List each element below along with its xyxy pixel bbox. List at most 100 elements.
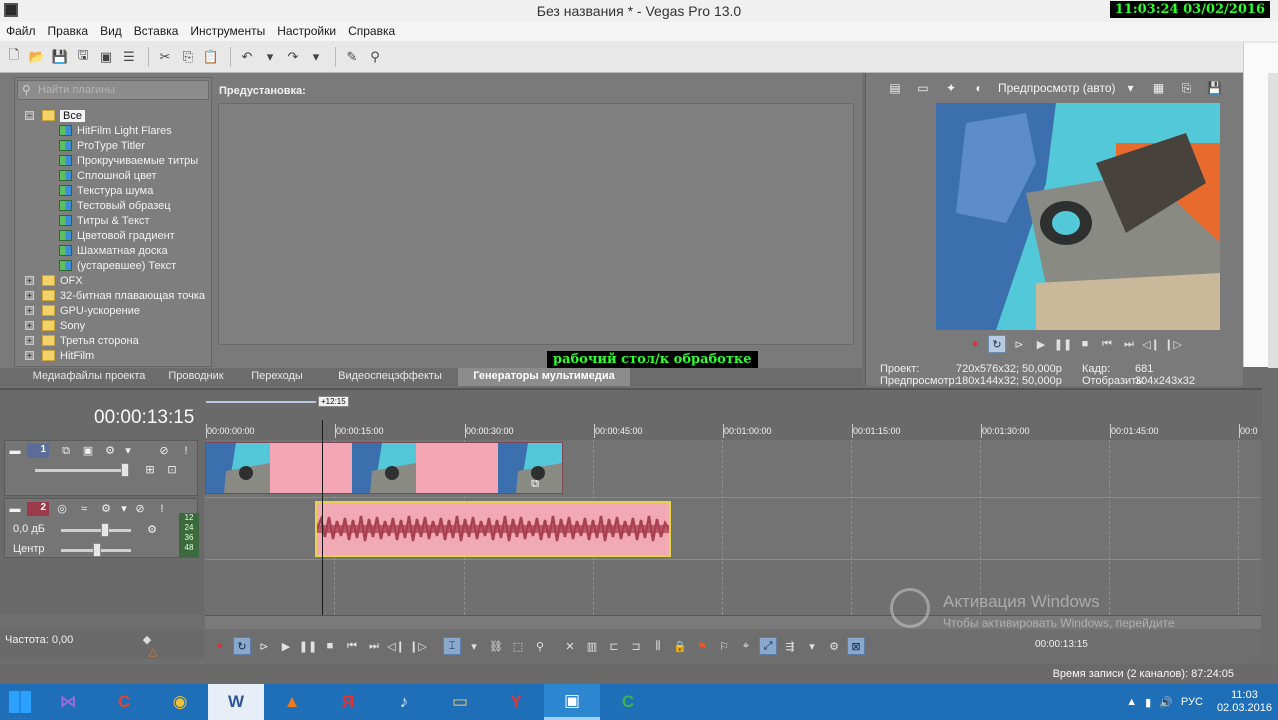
redo-dropdown-icon[interactable]: ▾ [306,47,326,67]
split-screen-icon[interactable]: ◐ [970,79,988,97]
expand-icon[interactable]: + [25,351,34,360]
volume-slider-knob[interactable] [101,523,109,537]
edit-tool-icon[interactable]: ✎ [342,47,362,67]
go-to-end-icon[interactable]: ⏭ [1120,335,1138,353]
tree-folder[interactable]: + Третья сторона [25,333,139,348]
trim-icon[interactable]: ▥ [583,637,601,655]
menu-view[interactable]: Вид [94,22,128,41]
trim-start-icon[interactable]: ⊏ [605,637,623,655]
paste-icon[interactable]: 📋 [201,47,221,67]
solo-icon[interactable]: ! [179,444,193,458]
arm-record-icon[interactable]: ◎ [55,502,69,516]
tree-folder[interactable]: + HitFilm [25,348,94,363]
taskbar-ccleaner-icon[interactable]: C [96,684,152,720]
help-pointer-icon[interactable]: ⚲ [365,47,385,67]
taskbar-audio-icon[interactable]: ♪ [376,684,432,720]
play-icon[interactable]: ▶ [277,637,295,655]
track-collapse-icon[interactable]: ▬ [8,502,22,516]
go-to-start-icon[interactable]: ⏮ [1098,335,1116,353]
event-fx-icon[interactable]: ⧉ [528,477,542,491]
loop-icon[interactable]: ↻ [233,637,251,655]
selection-tool-icon[interactable]: ⬚ [509,637,527,655]
level-slider-knob[interactable] [121,463,129,477]
bus-select-icon[interactable]: ⚙ [145,523,159,537]
taskbar-camtasia-icon[interactable]: C [600,684,656,720]
preview-quality-select[interactable]: Предпросмотр (авто) [998,81,1116,95]
chevron-down-icon[interactable]: ▾ [803,637,821,655]
make-parent-icon[interactable]: ⊡ [165,463,179,477]
tab-video-fx[interactable]: Видеоспецэффекты [322,368,458,386]
tab-explorer[interactable]: Проводник [160,368,232,386]
audio-event[interactable] [315,501,671,557]
solo-icon[interactable]: ! [155,502,169,516]
project-properties-icon[interactable]: ▤ [886,79,904,97]
lock-icon[interactable]: 🔒 [671,637,689,655]
loop-icon[interactable]: ↻ [988,335,1006,353]
pause-icon[interactable]: ❚❚ [299,637,317,655]
properties-icon[interactable]: ☰ [119,47,139,67]
taskbar-word-icon[interactable]: W [208,684,264,720]
timeline-tracks[interactable]: ⧉ [205,440,1261,615]
tab-media-generators[interactable]: Генераторы мультимедиа [458,368,630,386]
volume-slider[interactable] [61,529,131,532]
track-fx-icon[interactable]: ⚙ [103,444,117,458]
taskbar-clock[interactable]: 11:03 02.03.2016 [1217,689,1272,715]
plugin-item[interactable]: (устаревшее) Текст [59,258,176,273]
play-from-start-icon[interactable]: ⊳ [1010,335,1028,353]
taskbar-chrome-icon[interactable]: ◉ [152,684,208,720]
record-icon[interactable]: ● [966,335,984,353]
track-fx-icon[interactable]: ⚙ [99,502,113,516]
expand-icon[interactable]: + [25,291,34,300]
menu-settings[interactable]: Настройки [271,22,342,41]
tree-folder[interactable]: + OFX [25,273,83,288]
plugin-item[interactable]: Тестовый образец [59,198,171,213]
tray-up-icon[interactable]: ▲ [1126,696,1137,708]
composite-mode-icon[interactable]: ⧉ [59,444,73,458]
auto-crossfade-icon[interactable]: ⤢ [759,637,777,655]
taskbar-explorer-icon[interactable]: ▭ [432,684,488,720]
plugin-item[interactable]: Прокручиваемые титры [59,153,198,168]
audio-track-header[interactable]: ▬ 2 ◎ ≈ ⚙ ▾ ⊘ ! 0,0 дБ ⚙ Центр 12 24 36 … [4,498,199,558]
render-icon[interactable]: ▣ [96,47,116,67]
time-ruler[interactable]: +12:15 00:00:00:00 00:00:15:00 00:00:30:… [206,390,1262,442]
tab-project-media[interactable]: Медиафайлы проекта [18,368,160,386]
fx-icon[interactable]: ✦ [942,79,960,97]
network-icon[interactable]: ▮ [1145,696,1151,709]
overlays-icon[interactable]: ▦ [1150,79,1168,97]
timeline-cursor[interactable] [322,420,323,615]
plugin-item[interactable]: HitFilm Light Flares [59,123,172,138]
plugin-search-input[interactable]: ⚲ Найти плагины [17,80,209,100]
volume-icon[interactable]: 🔊 [1159,696,1173,709]
mute-icon[interactable]: ⊘ [133,502,147,516]
invert-phase-icon[interactable]: ≈ [77,502,91,516]
normal-edit-tool-icon[interactable]: ⌶ [443,637,461,655]
save-icon[interactable]: 💾 [50,47,70,67]
external-monitor-icon[interactable]: ▭ [914,79,932,97]
tree-item-all[interactable]: − Все [25,108,85,123]
pause-icon[interactable]: ❚❚ [1054,335,1072,353]
video-event[interactable]: ⧉ [205,442,563,494]
expand-icon[interactable]: + [25,276,34,285]
level-slider[interactable] [35,469,125,472]
tab-transitions[interactable]: Переходы [232,368,322,386]
copy-snapshot-icon[interactable]: ⎘ [1178,79,1196,97]
copy-icon[interactable]: ⎘ [178,47,198,67]
play-icon[interactable]: ▶ [1032,335,1050,353]
snapping-icon[interactable]: ⌖ [737,637,755,655]
ignore-grouping-icon[interactable]: ⊠ [847,637,865,655]
tree-folder[interactable]: + Sony [25,318,85,333]
prev-frame-icon[interactable]: ◁❙ [1142,335,1160,353]
plugin-item[interactable]: Шахматная доска [59,243,168,258]
taskbar-avast-icon[interactable]: ▲ [264,684,320,720]
start-button[interactable] [0,684,40,720]
chevron-down-icon[interactable]: ▾ [117,502,131,516]
mute-icon[interactable]: ⊘ [157,444,171,458]
menu-file[interactable]: Файл [0,22,42,41]
lock-envelopes-icon[interactable]: ⚙ [825,637,843,655]
vertical-scrollbar[interactable] [1268,73,1278,368]
chevron-down-icon[interactable]: ▾ [121,444,135,458]
go-to-end-icon[interactable]: ⏭ [365,637,383,655]
envelope-tool-icon[interactable]: ⛓ [487,637,505,655]
pan-slider-knob[interactable] [93,543,101,557]
video-track-header[interactable]: ▬ 1 ⧉ ▣ ⚙ ▾ ⊘ ! ⊞ ⊡ [4,440,198,496]
